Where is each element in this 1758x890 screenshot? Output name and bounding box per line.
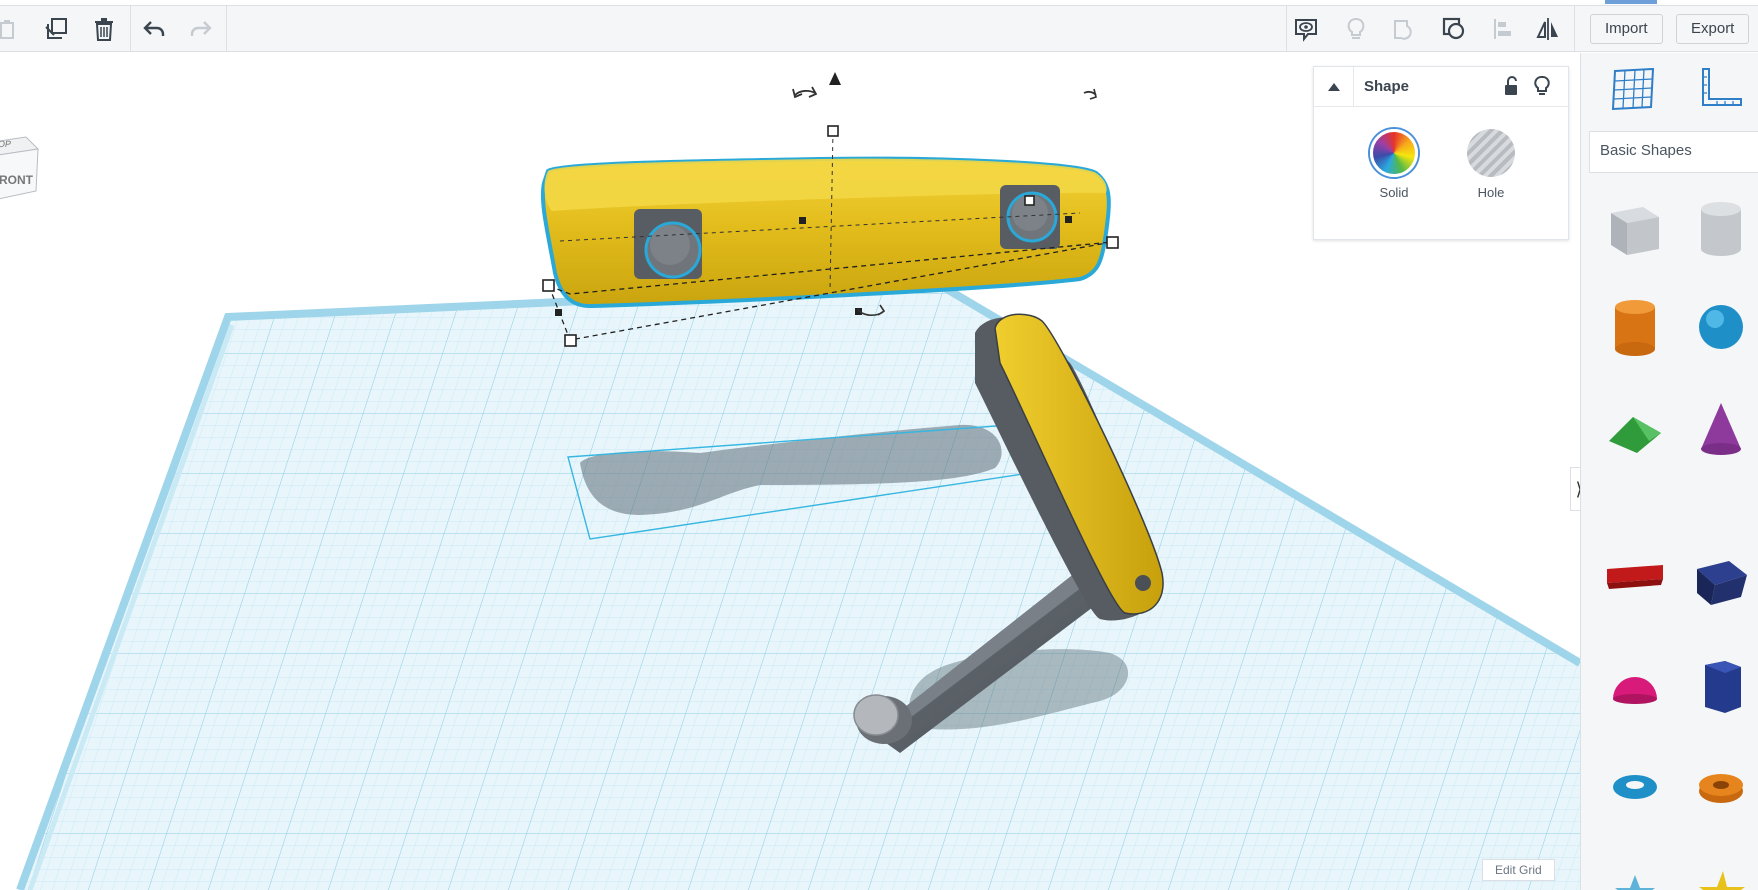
sphere-shape-icon: [1699, 305, 1743, 349]
note-icon[interactable]: [1288, 11, 1324, 47]
shape-panel: Shape Solid Hole: [1313, 66, 1570, 240]
workplane-grid[interactable]: [16, 280, 1580, 890]
view-cube[interactable]: OP RONT: [0, 129, 42, 205]
shape-sphere[interactable]: [1689, 295, 1753, 359]
height-handle[interactable]: [827, 125, 839, 137]
shape-cone[interactable]: [1689, 397, 1753, 461]
polygon-shape-icon: [1705, 661, 1741, 713]
toolbar-separator: [226, 6, 227, 52]
toolbar: Import Export: [0, 6, 1758, 52]
hole-option[interactable]: Hole: [1461, 129, 1521, 200]
duplicate-icon[interactable]: [38, 11, 74, 47]
star-shape-icon: [1615, 875, 1655, 890]
selected-bar-object[interactable]: [540, 156, 1111, 309]
corner-handle[interactable]: [1106, 236, 1119, 249]
view-cube-top-label: OP: [0, 139, 12, 149]
toolbar-separator: [1286, 6, 1287, 52]
lift-arrow-icon[interactable]: [829, 72, 841, 85]
cylinder-shape-icon: [1615, 300, 1655, 356]
half-sphere-shape-icon: [1613, 677, 1657, 704]
shape-category-dropdown[interactable]: Basic Shapes: [1589, 131, 1758, 173]
active-tab-indicator: [1605, 0, 1657, 4]
undo-icon[interactable]: [136, 11, 172, 47]
corner-handle[interactable]: [564, 334, 577, 347]
ungroup-icon[interactable]: [1436, 11, 1472, 47]
shape-text[interactable]: [1603, 547, 1667, 611]
sidebar-view-switcher: [1601, 63, 1751, 123]
export-button[interactable]: Export: [1676, 14, 1750, 44]
tube-shape-icon: [1699, 774, 1743, 803]
shape-cylinder-hole[interactable]: [1689, 195, 1753, 259]
corner-handle[interactable]: [542, 279, 555, 292]
light-bulb-icon[interactable]: [1338, 11, 1374, 47]
shape-tube[interactable]: [1689, 755, 1753, 819]
shape-star-gold[interactable]: [1689, 861, 1753, 890]
rainbow-swatch-icon: [1370, 129, 1418, 177]
toolbar-separator: [130, 6, 131, 52]
edge-handle[interactable]: [799, 217, 806, 224]
rotate-arrow-icon[interactable]: [794, 89, 816, 96]
solid-label: Solid: [1379, 185, 1409, 200]
group-icon[interactable]: [1386, 11, 1422, 47]
light-bulb-icon[interactable]: [1531, 75, 1553, 97]
chevron-up-icon: [1327, 83, 1340, 91]
paste-icon[interactable]: [0, 11, 26, 47]
hole-label: Hole: [1477, 185, 1505, 200]
shape-wedge[interactable]: [1689, 547, 1753, 611]
shape-roof[interactable]: [1603, 397, 1667, 461]
star-gold-shape-icon: [1699, 871, 1745, 890]
redo-icon[interactable]: [183, 11, 219, 47]
corner-handle[interactable]: [1024, 195, 1035, 206]
edge-handle[interactable]: [555, 309, 562, 316]
shape-cylinder[interactable]: [1603, 295, 1667, 359]
shape-torus[interactable]: [1603, 755, 1667, 819]
wedge-shape-icon: [1697, 561, 1747, 605]
lock-icon[interactable]: [1500, 75, 1522, 97]
text-shape-icon: [1607, 565, 1663, 589]
edge-handle[interactable]: [1065, 216, 1072, 223]
shape-panel-title: Shape: [1364, 78, 1410, 95]
collapse-panel-button[interactable]: [1314, 67, 1354, 107]
shape-polygon[interactable]: [1689, 653, 1753, 717]
shape-star[interactable]: [1603, 861, 1667, 890]
align-icon[interactable]: [1486, 11, 1522, 47]
toolbar-separator: [1574, 6, 1575, 52]
edit-grid-button[interactable]: Edit Grid: [1482, 859, 1555, 881]
shapes-sidebar: Basic Shapes: [1580, 53, 1758, 890]
shape-panel-header: Shape: [1314, 67, 1570, 107]
mirror-icon[interactable]: [1530, 11, 1566, 47]
import-button[interactable]: Import: [1590, 14, 1663, 44]
roof-shape-icon: [1609, 417, 1661, 453]
workplane-grid-icon[interactable]: [1611, 67, 1655, 111]
torus-shape-icon: [1613, 775, 1657, 799]
cylinder-hole-shape-icon: [1701, 202, 1741, 256]
box-shape-icon: [1611, 207, 1659, 255]
ruler-icon[interactable]: [1702, 68, 1742, 106]
cone-shape-icon: [1701, 403, 1741, 455]
solid-option[interactable]: Solid: [1364, 129, 1424, 200]
view-cube-front-label: RONT: [0, 173, 33, 187]
hole-swatch-icon: [1467, 129, 1515, 177]
shape-box[interactable]: [1603, 195, 1667, 259]
trash-icon[interactable]: [86, 11, 122, 47]
shape-half-sphere[interactable]: [1603, 657, 1667, 721]
tinkercad-app: Import Export OP RONT Shape Solid Hole ⟩…: [0, 0, 1758, 890]
